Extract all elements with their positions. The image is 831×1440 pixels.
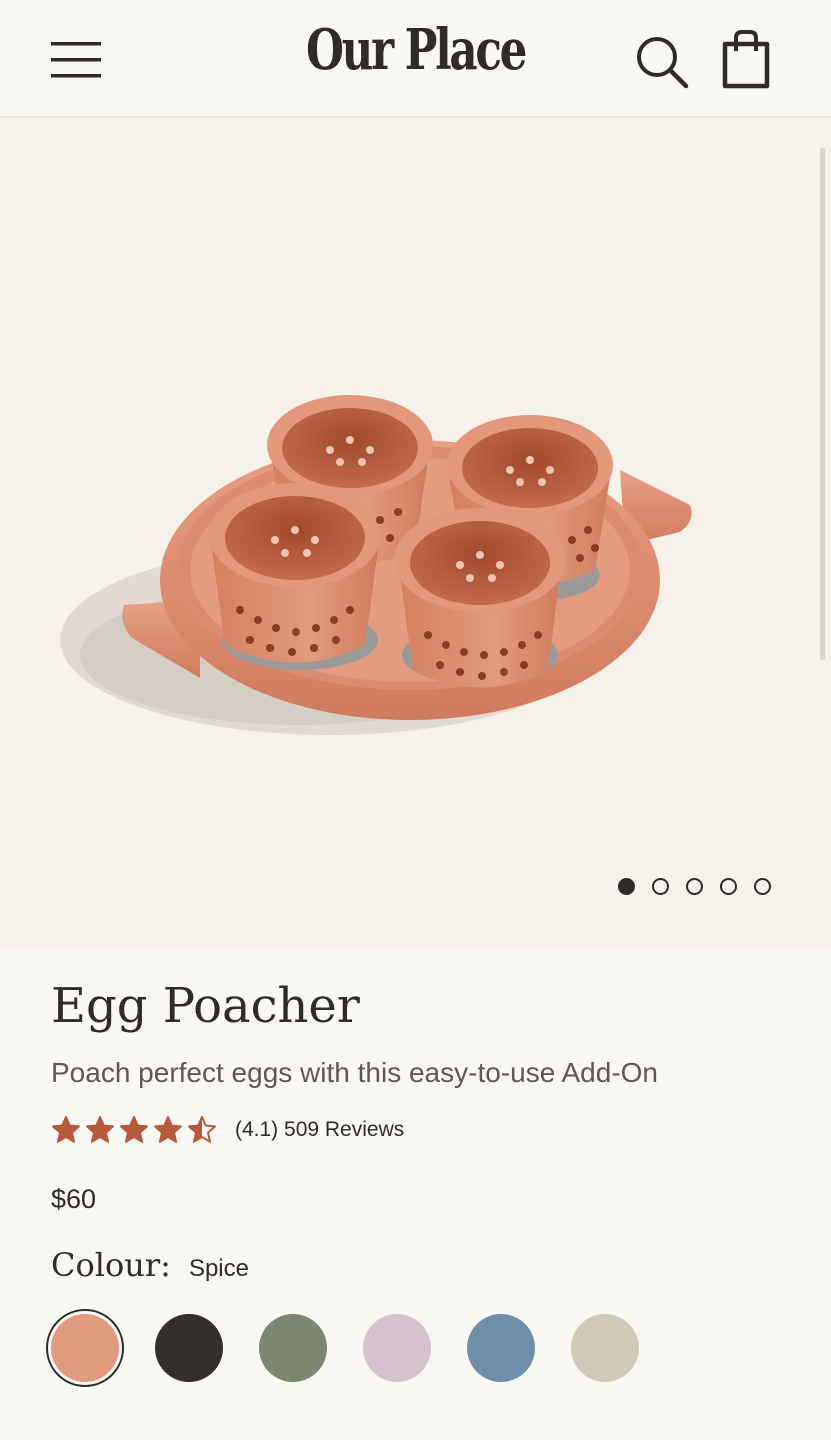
product-rating: (4.1) 509 Reviews — [51, 1110, 404, 1150]
colour-swatch-lavender[interactable] — [358, 1309, 436, 1387]
cart-button[interactable] — [716, 26, 776, 92]
swatch-colour-fill — [571, 1314, 639, 1382]
swatch-colour-fill — [363, 1314, 431, 1382]
rating-stars[interactable] — [51, 1115, 217, 1145]
gallery-dot-5[interactable] — [754, 878, 771, 895]
colour-label: Colour: — [51, 1246, 171, 1284]
star-full-icon — [86, 1116, 114, 1143]
colour-swatch-steam[interactable] — [566, 1309, 644, 1387]
product-title: Egg Poacher — [51, 978, 360, 1034]
star-full-icon — [52, 1116, 80, 1143]
selected-colour-name: Spice — [188, 1255, 249, 1282]
colour-swatches — [46, 1308, 644, 1388]
colour-swatch-spice[interactable] — [46, 1309, 124, 1387]
swatch-colour-fill — [155, 1314, 223, 1382]
gallery-dot-4[interactable] — [720, 878, 737, 895]
search-icon — [637, 37, 689, 89]
star-half-icon — [188, 1116, 216, 1143]
product-price: $60 — [51, 1184, 97, 1214]
product-subtitle: Poach perfect eggs with this easy-to-use… — [51, 1057, 658, 1088]
colour-swatch-sage[interactable] — [254, 1309, 332, 1387]
search-button[interactable] — [630, 30, 694, 94]
site-header: Our Place — [0, 0, 831, 118]
gallery-dot-3[interactable] — [686, 878, 703, 895]
colour-swatch-blue-salt[interactable] — [462, 1309, 540, 1387]
shopping-bag-icon — [722, 30, 770, 89]
egg-poacher-product-image — [60, 395, 692, 735]
star-full-icon — [120, 1116, 148, 1143]
swatch-colour-fill — [259, 1314, 327, 1382]
gallery-dot-2[interactable] — [652, 878, 669, 895]
colour-selector-label: Colour: Spice — [51, 1246, 249, 1292]
swatch-colour-fill — [467, 1314, 535, 1382]
reviews-link[interactable]: (4.1) 509 Reviews — [235, 1118, 404, 1142]
gallery-dot-1[interactable] — [618, 878, 635, 895]
star-full-icon — [154, 1116, 182, 1143]
product-image-gallery[interactable] — [0, 118, 831, 948]
page-scrollbar[interactable] — [820, 148, 825, 660]
gallery-pagination — [618, 878, 771, 898]
colour-swatch-char[interactable] — [150, 1309, 228, 1387]
swatch-colour-fill — [51, 1314, 119, 1382]
